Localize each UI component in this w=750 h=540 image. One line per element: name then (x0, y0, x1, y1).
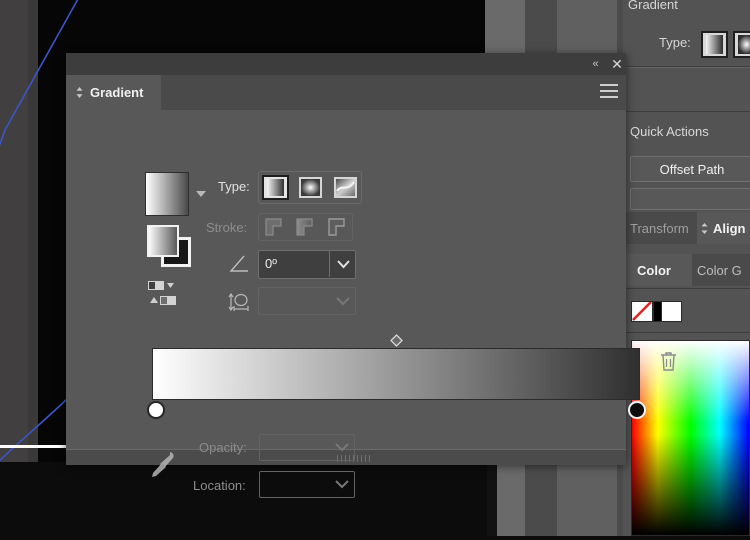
tab-color[interactable]: Color (623, 254, 692, 286)
offset-path-label: Offset Path (659, 161, 725, 177)
dock-gradient-title: Gradient (628, 0, 678, 12)
aspect-ratio-icon (228, 291, 252, 313)
linear-gradient-icon[interactable] (262, 175, 289, 200)
none-swatch[interactable] (631, 301, 653, 322)
tab-drag-arrows-icon (76, 87, 83, 98)
close-icon[interactable]: ✕ (609, 56, 625, 72)
collapse-panel-icon[interactable]: « (587, 57, 603, 71)
angle-chevron-down-icon[interactable] (329, 250, 357, 277)
fill-indicator-box[interactable] (147, 225, 179, 257)
opacity-chevron-down-icon[interactable] (329, 434, 355, 459)
tab-transform-label: Transform (630, 220, 689, 236)
gradient-panel-titlebar[interactable] (66, 53, 626, 75)
white-swatch[interactable] (661, 301, 682, 322)
gradient-stop-start[interactable] (147, 401, 165, 419)
diamond-midpoint[interactable] (390, 334, 403, 347)
hamburger-menu-icon[interactable] (600, 84, 618, 98)
gradient-slider-bar[interactable] (152, 348, 640, 400)
aspect-ratio-chevron-down-icon[interactable] (330, 287, 356, 313)
canvas-lower-black (0, 462, 465, 536)
gradient-stop-end[interactable] (628, 401, 646, 419)
dock-separator-3 (623, 288, 750, 289)
stroke-across-icon[interactable] (324, 215, 350, 239)
stroke-label: Stroke: (206, 220, 248, 235)
dock-linear-gradient-icon[interactable] (701, 31, 728, 58)
canvas-lower-thin-bar (487, 462, 497, 536)
gradient-panel: « ✕ Gradient Type: Stroke: 0º Opacity: L… (66, 53, 676, 498)
dock-gradient-type-label: Type: (659, 35, 691, 50)
radial-gradient-icon[interactable] (297, 175, 324, 200)
dock-radial-gradient-icon[interactable] (733, 31, 750, 58)
quick-action-secondary-button[interactable] (630, 188, 750, 210)
tab-align-label: Align (713, 220, 746, 236)
caret-down-icon[interactable] (196, 191, 206, 197)
tab-color-label: Color (637, 262, 671, 278)
dock-blank-region (623, 68, 750, 111)
offset-path-button[interactable]: Offset Path (630, 156, 750, 182)
stroke-along-icon[interactable] (292, 215, 318, 239)
tab-gradient[interactable]: Gradient (66, 75, 161, 110)
location-chevron-down-icon[interactable] (329, 471, 355, 496)
gradient-swatch-preview[interactable] (145, 172, 189, 216)
angle-value: 0º (265, 256, 277, 271)
angle-icon (229, 255, 251, 273)
gradient-type-label: Type: (218, 179, 250, 194)
stroke-within-icon[interactable] (261, 215, 287, 239)
tab-transform[interactable]: Transform (623, 212, 697, 244)
dock-separator-2 (623, 111, 750, 112)
tab-color-guide-label: Color G (697, 262, 742, 278)
location-label: Location: (193, 478, 246, 493)
fill-stroke-indicator[interactable] (147, 225, 191, 267)
tab-drag-arrows-icon (701, 222, 708, 234)
tab-align[interactable]: Align (697, 212, 750, 244)
color-spectrum-field[interactable] (631, 340, 750, 536)
tab-gradient-label: Gradient (90, 85, 144, 100)
trash-icon[interactable] (660, 351, 677, 371)
freeform-gradient-icon[interactable] (332, 175, 359, 200)
canvas-lower-gap (465, 462, 487, 536)
dock-separator-4 (623, 332, 750, 333)
quick-actions-heading: Quick Actions (630, 124, 709, 139)
tab-color-guide[interactable]: Color G (692, 254, 750, 286)
opacity-label: Opacity: (199, 440, 247, 455)
artwork-white-line[interactable] (0, 445, 68, 448)
color-mode-icons[interactable] (148, 281, 180, 305)
eyedropper-icon[interactable] (150, 449, 176, 479)
